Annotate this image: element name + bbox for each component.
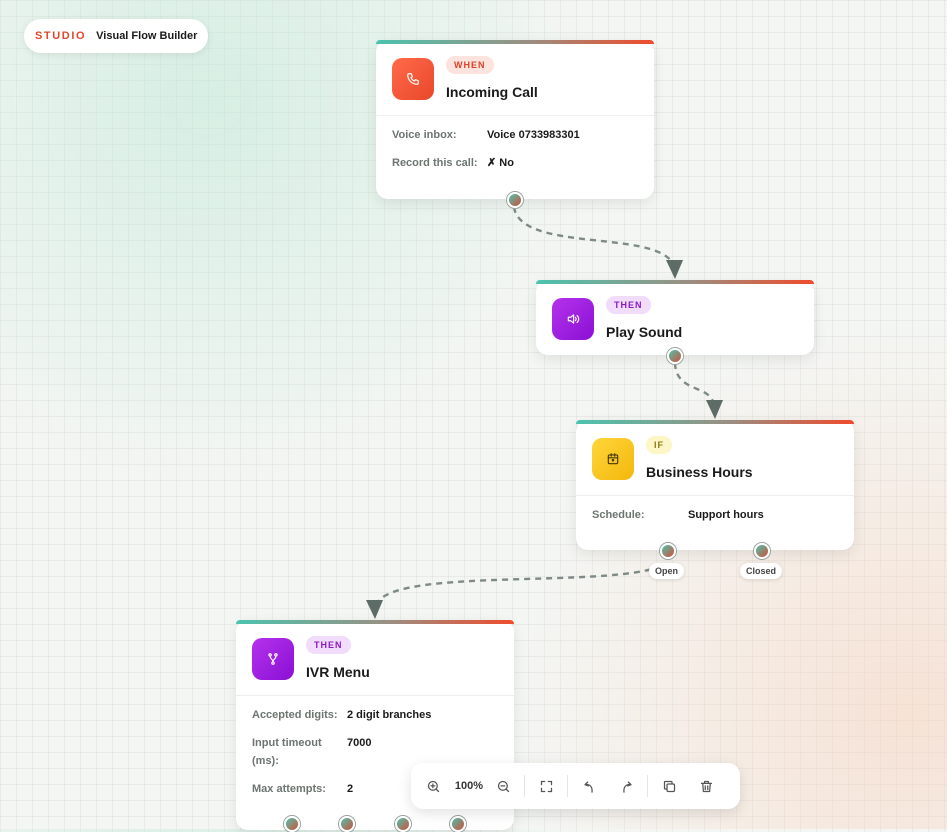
- field-row: Accepted digits: 2 digit branches: [252, 706, 498, 724]
- field-value: Voice 0733983301: [487, 129, 580, 141]
- output-port-open[interactable]: [660, 543, 676, 559]
- output-port[interactable]: [667, 348, 683, 364]
- node-title: IVR Menu: [306, 664, 370, 680]
- edge-incoming-to-play: [512, 206, 673, 263]
- branch-icon: [252, 638, 294, 680]
- edge-play-to-business: [673, 362, 715, 403]
- field-row: Record this call: ✗ No: [392, 154, 638, 172]
- phone-icon: [392, 58, 434, 100]
- delete-icon[interactable]: [693, 773, 719, 799]
- node-title: Business Hours: [646, 464, 753, 480]
- field-value: 2 digit branches: [347, 709, 432, 721]
- edge-open-to-ivr: [376, 564, 662, 603]
- output-port[interactable]: [395, 816, 411, 832]
- port-label-open: Open: [649, 563, 685, 579]
- zoom-in-icon[interactable]: [420, 773, 446, 799]
- field-label: Accepted digits:: [252, 709, 338, 721]
- output-port-closed[interactable]: [754, 543, 770, 559]
- toolbar-divider: [647, 775, 648, 797]
- edge-arrow-play: [666, 260, 683, 279]
- field-row: Schedule: Support hours: [592, 506, 838, 524]
- calendar-icon: [592, 438, 634, 480]
- node-badge: WHEN: [446, 56, 494, 74]
- output-port[interactable]: [450, 816, 466, 832]
- field-value: 7000: [347, 737, 372, 749]
- field-value: Support hours: [688, 509, 764, 521]
- duplicate-icon[interactable]: [656, 773, 682, 799]
- toolbar-divider: [524, 775, 525, 797]
- field-label: Max attempts:: [252, 783, 326, 795]
- edge-arrow-business: [706, 400, 723, 419]
- output-port[interactable]: [507, 192, 523, 208]
- field-label: Record this call:: [392, 157, 478, 169]
- undo-icon[interactable]: [576, 773, 602, 799]
- node-badge: THEN: [606, 296, 651, 314]
- output-port[interactable]: [284, 816, 300, 832]
- edge-arrow-ivr: [366, 600, 383, 619]
- speaker-icon: [552, 298, 594, 340]
- zoom-level: 100%: [454, 780, 484, 792]
- node-incoming-call[interactable]: WHEN Incoming Call Voice inbox: Voice 07…: [376, 40, 654, 199]
- field-label: Voice inbox:: [392, 129, 457, 141]
- fit-view-icon[interactable]: [533, 773, 559, 799]
- zoom-out-icon[interactable]: [490, 773, 516, 799]
- field-label: Input timeout (ms):: [252, 737, 322, 767]
- node-title: Play Sound: [606, 324, 683, 340]
- output-port[interactable]: [339, 816, 355, 832]
- canvas-toolbar: 100%: [411, 763, 740, 809]
- port-label-closed: Closed: [740, 563, 783, 579]
- node-play-sound[interactable]: THEN Play Sound: [536, 280, 814, 355]
- node-badge: THEN: [306, 636, 351, 654]
- node-business-hours[interactable]: IF Business Hours Schedule: Support hour…: [576, 420, 854, 550]
- field-value: 2: [347, 783, 354, 795]
- field-row: Voice inbox: Voice 0733983301: [392, 126, 638, 144]
- redo-icon[interactable]: [613, 773, 639, 799]
- field-value: ✗ No: [487, 157, 514, 169]
- node-title: Incoming Call: [446, 84, 538, 100]
- toolbar-divider: [567, 775, 568, 797]
- node-badge: IF: [646, 436, 672, 454]
- field-label: Schedule:: [592, 509, 645, 521]
